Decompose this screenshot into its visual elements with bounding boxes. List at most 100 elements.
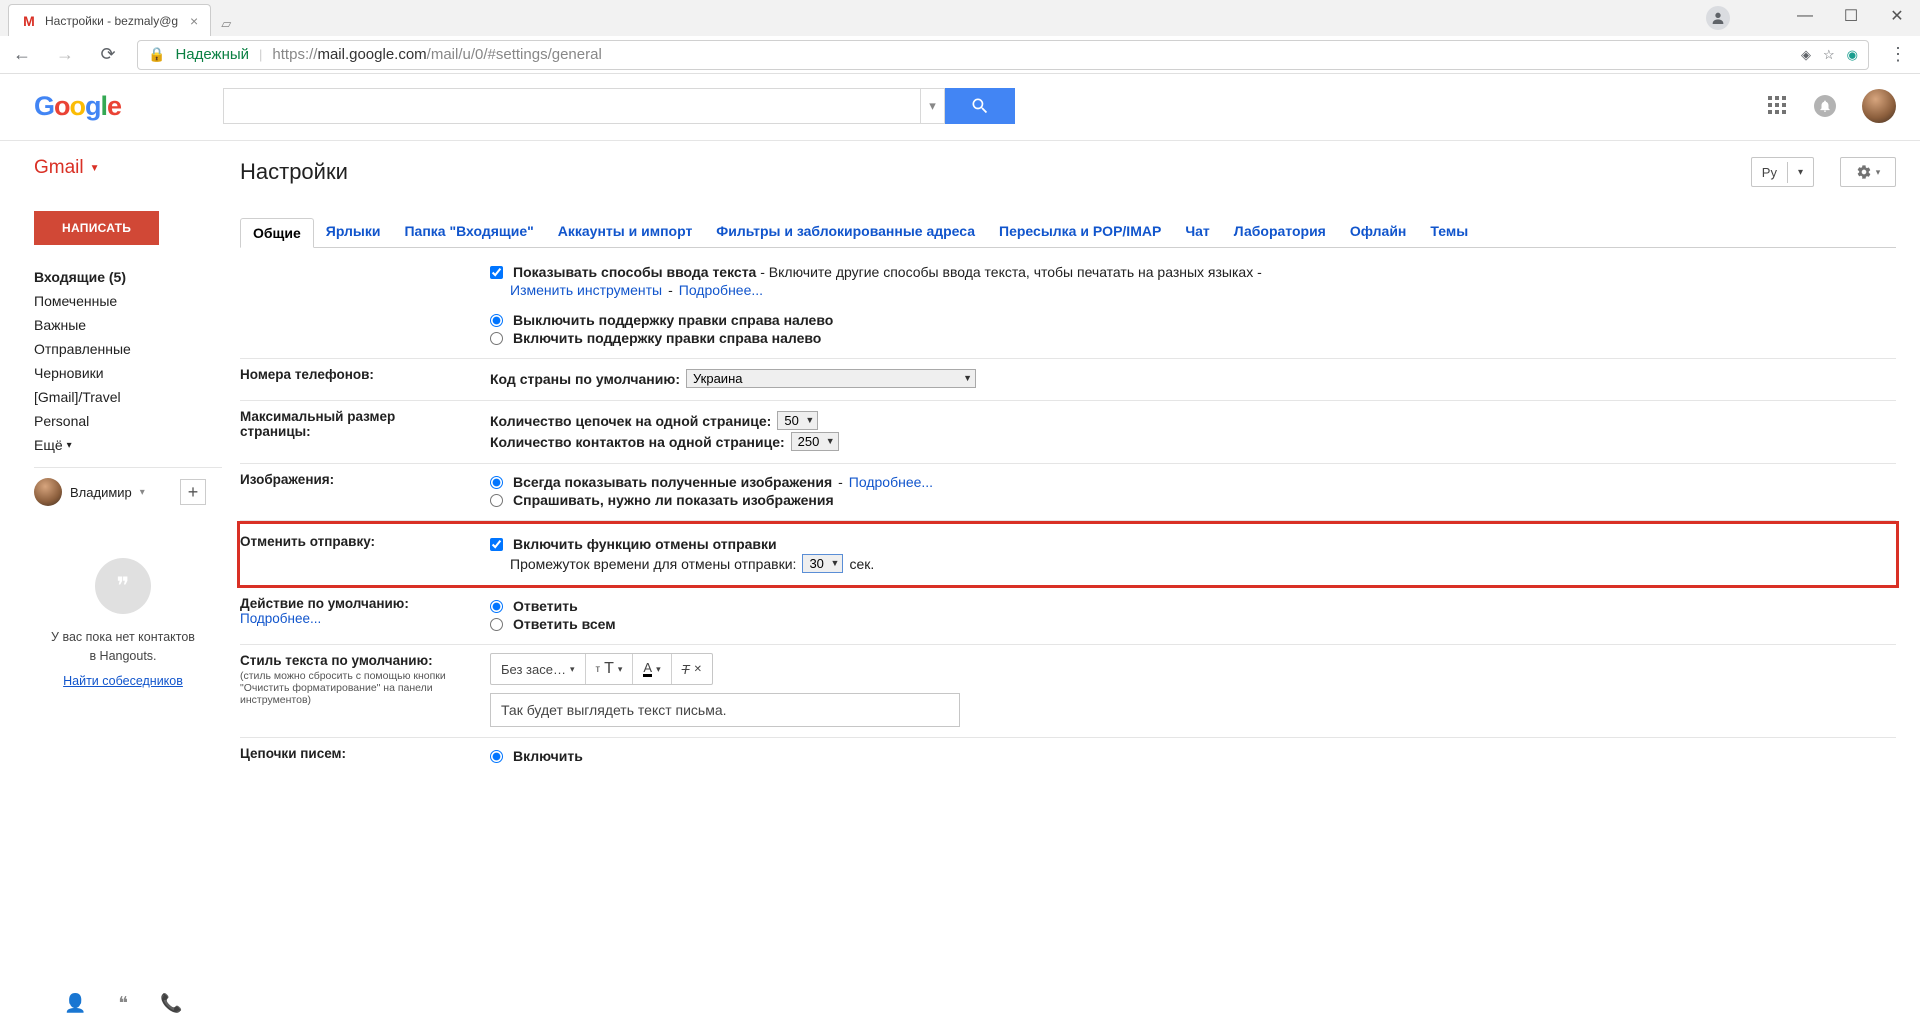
undo-send-checkbox[interactable] [490, 538, 503, 551]
profile-avatar[interactable] [34, 478, 62, 506]
google-logo[interactable]: Google [34, 91, 121, 122]
undo-interval-label: Промежуток времени для отмены отправки: [510, 556, 796, 572]
sidebar-more[interactable]: Ещё ▾ [34, 433, 222, 457]
url-path: /mail/u/0/#settings/general [427, 46, 602, 63]
settings-tab[interactable]: Лаборатория [1222, 217, 1338, 247]
edit-tools-link[interactable]: Изменить инструменты [510, 282, 662, 298]
images-always-radio[interactable] [490, 476, 503, 489]
hangouts-icon: ❞ [95, 558, 151, 614]
default-action-label: Действие по умолчанию: [240, 596, 480, 611]
country-code-select[interactable]: Украина [686, 369, 976, 388]
settings-tab[interactable]: Пересылка и POP/IMAP [987, 217, 1173, 247]
omnibox-eye-icon[interactable]: ◈ [1801, 47, 1811, 63]
sidebar-item[interactable]: Входящие (5) [34, 265, 222, 289]
hangouts-phone-icon[interactable]: 📞 [160, 993, 182, 1014]
pagesize-label2: страницы: [240, 424, 480, 439]
settings-tab[interactable]: Папка "Входящие" [392, 217, 545, 247]
hangouts-find-link[interactable]: Найти собеседников [63, 672, 183, 691]
font-color-button[interactable]: A ▾ [632, 654, 670, 684]
window-maximize-icon[interactable]: ☐ [1828, 0, 1874, 32]
images-ask-radio[interactable] [490, 494, 503, 507]
sidebar-item[interactable]: Важные [34, 313, 222, 337]
compose-button[interactable]: НАПИСАТЬ [34, 211, 159, 245]
browser-menu-icon[interactable]: ⋮ [1884, 44, 1912, 65]
gmail-brand-label: Gmail [34, 157, 84, 179]
settings-tab[interactable]: Чат [1173, 217, 1221, 247]
undo-interval-unit: сек. [849, 556, 874, 572]
textstyle-sub: (стиль можно сбросить с помощью кнопки "… [240, 670, 480, 706]
settings-tab[interactable]: Аккаунты и импорт [546, 217, 705, 247]
profile-name[interactable]: Владимир [70, 485, 132, 500]
url-host: mail.google.com [317, 46, 426, 63]
settings-tab[interactable]: Общие [240, 218, 314, 248]
gmail-brand[interactable]: Gmail ▼ [34, 157, 222, 179]
apps-grid-icon[interactable] [1768, 96, 1788, 116]
threads-on-radio[interactable] [490, 750, 503, 763]
images-more-link[interactable]: Подробнее... [849, 474, 933, 490]
images-always-label: Всегда показывать полученные изображения [513, 474, 832, 490]
add-contact-button[interactable]: + [180, 479, 206, 505]
threads-label: Цепочки писем: [240, 746, 490, 766]
settings-gear-button[interactable]: ▾ [1840, 157, 1896, 187]
sidebar-item[interactable]: Personal [34, 409, 222, 433]
settings-tab[interactable]: Фильтры и заблокированные адреса [704, 217, 987, 247]
font-family-button[interactable]: Без засе… ▾ [491, 654, 585, 684]
input-language-button[interactable]: Ру ▾ [1751, 157, 1814, 187]
input-methods-checkbox[interactable] [490, 266, 503, 279]
window-minimize-icon[interactable]: — [1782, 0, 1828, 32]
clear-formatting-button[interactable]: T✕ [671, 654, 712, 684]
rtl-on-radio[interactable] [490, 332, 503, 345]
undo-send-enable-label: Включить функцию отмены отправки [513, 536, 777, 552]
tab-close-icon[interactable]: × [190, 13, 198, 29]
omnibox-star-icon[interactable]: ☆ [1823, 47, 1835, 63]
hangouts-empty-text1: У вас пока нет контактов [34, 628, 212, 647]
nav-reload-icon[interactable]: ⟳ [94, 41, 122, 69]
new-tab-button[interactable]: ▱ [211, 12, 241, 36]
input-methods-label: Показывать способы ввода текста [513, 264, 756, 280]
contacts-per-page-select[interactable]: 250 [791, 432, 839, 451]
notifications-icon[interactable] [1814, 95, 1836, 117]
rtl-off-radio[interactable] [490, 314, 503, 327]
undo-send-label: Отменить отправку: [240, 534, 490, 575]
sidebar-more-label: Ещё [34, 437, 63, 453]
rtl-on-label: Включить поддержку правки справа налево [513, 330, 821, 346]
chrome-account-icon[interactable] [1706, 6, 1730, 30]
reply-all-radio[interactable] [490, 618, 503, 631]
undo-interval-select[interactable]: 30 [802, 554, 843, 573]
hangouts-contacts-icon[interactable]: 👤 [64, 993, 86, 1014]
caret-down-icon: ▾ [1787, 162, 1813, 183]
textstyle-label: Стиль текста по умолчанию: [240, 653, 480, 668]
default-action-more-link[interactable]: Подробнее... [240, 611, 321, 626]
sidebar-item[interactable]: [Gmail]/Travel [34, 385, 222, 409]
input-methods-desc: - Включите другие способы ввода текста, … [756, 264, 1261, 280]
settings-tab[interactable]: Темы [1418, 217, 1480, 247]
search-input[interactable] [223, 88, 921, 124]
user-avatar[interactable] [1862, 89, 1896, 123]
threads-per-page-select[interactable]: 50 [777, 411, 818, 430]
address-bar[interactable]: 🔒 Надежный | https://mail.google.com/mai… [137, 40, 1869, 70]
caret-down-icon[interactable]: ▾ [140, 487, 145, 498]
window-close-icon[interactable]: ✕ [1874, 0, 1920, 32]
settings-tab[interactable]: Офлайн [1338, 217, 1419, 247]
text-sample: Так будет выглядеть текст письма. [490, 693, 960, 727]
settings-tab[interactable]: Ярлыки [314, 217, 393, 247]
font-size-button[interactable]: тT ▾ [585, 654, 633, 684]
sidebar-item[interactable]: Отправленные [34, 337, 222, 361]
caret-down-icon: ▼ [90, 163, 100, 174]
nav-back-icon[interactable]: ← [8, 41, 36, 69]
omnibox-ext-icon[interactable]: ◉ [1847, 47, 1858, 63]
input-language-label: Ру [1752, 160, 1787, 185]
hangouts-chat-icon[interactable]: ❝ [118, 993, 128, 1014]
sidebar-item[interactable]: Помеченные [34, 289, 222, 313]
search-button[interactable] [945, 88, 1015, 124]
input-methods-more-link[interactable]: Подробнее... [679, 282, 763, 298]
images-label: Изображения: [240, 472, 490, 510]
sidebar-item[interactable]: Черновики [34, 361, 222, 385]
threads-per-page-label: Количество цепочек на одной странице: [490, 413, 771, 429]
reply-radio[interactable] [490, 600, 503, 613]
browser-tab[interactable]: M Настройки - bezmaly@g × [8, 4, 211, 36]
undo-send-highlight: Отменить отправку: Включить функцию отме… [237, 521, 1899, 588]
search-dropdown-icon[interactable]: ▾ [921, 88, 945, 124]
caret-down-icon: ▾ [67, 440, 72, 451]
gmail-favicon: M [21, 13, 37, 29]
